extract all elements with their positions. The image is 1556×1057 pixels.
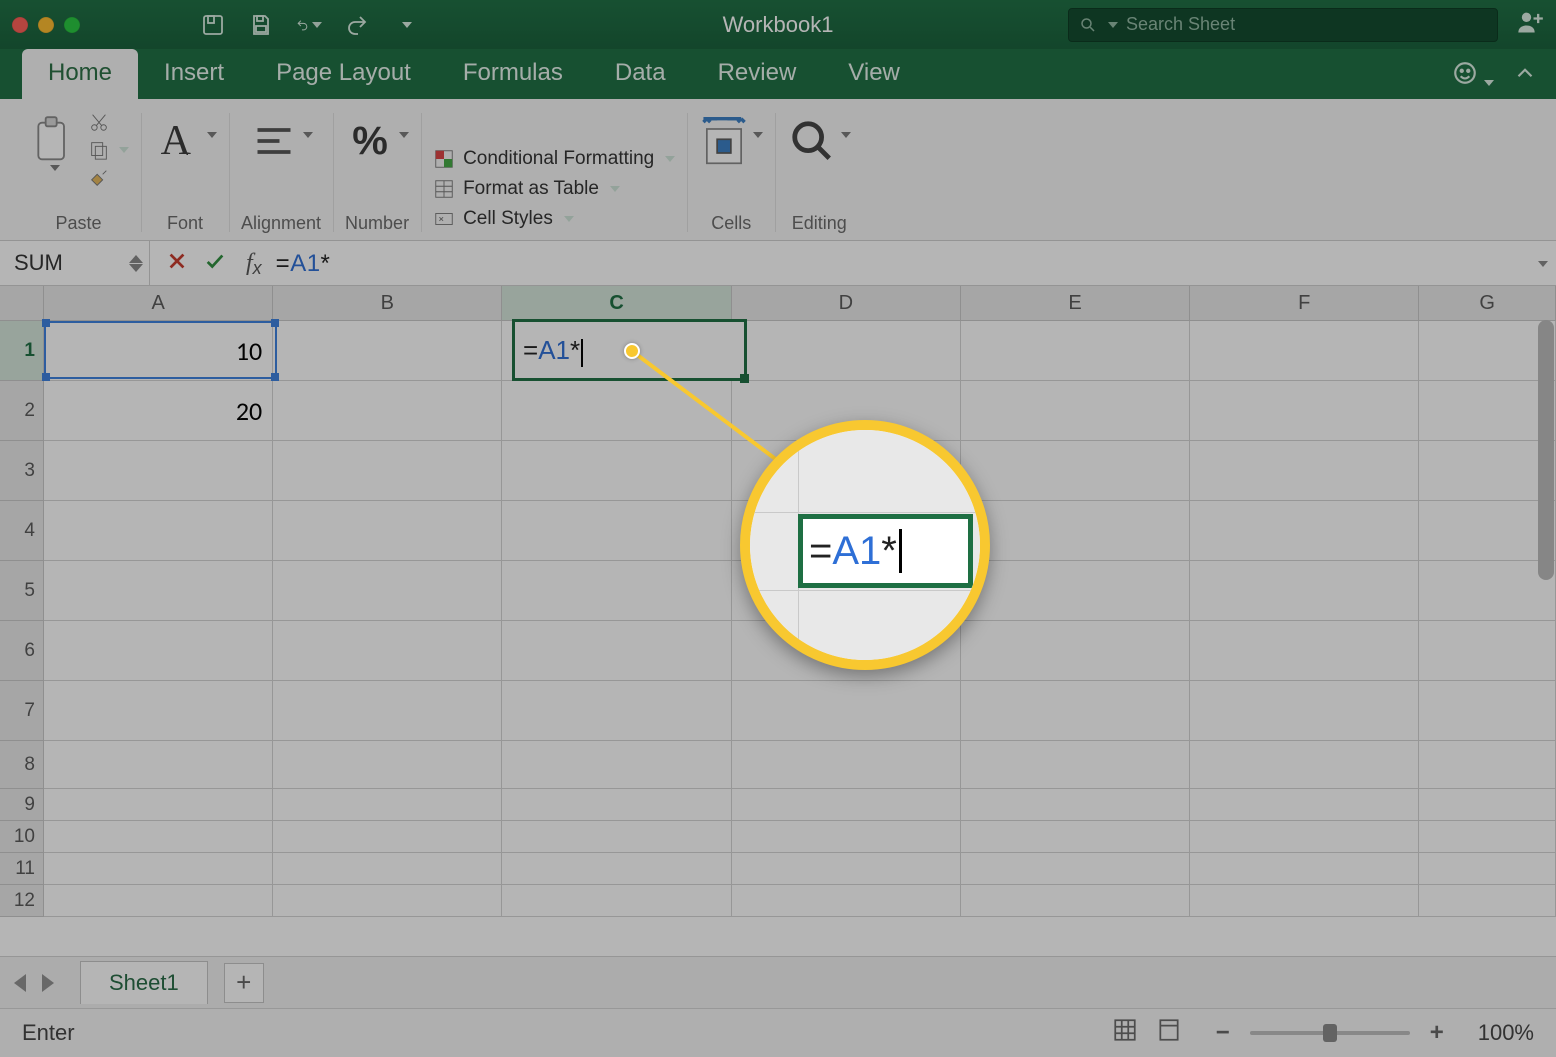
callout-anchor-dot xyxy=(624,343,640,359)
magnified-editing-cell: =A1* xyxy=(798,514,973,588)
callout-magnifier: =A1* xyxy=(740,420,990,670)
